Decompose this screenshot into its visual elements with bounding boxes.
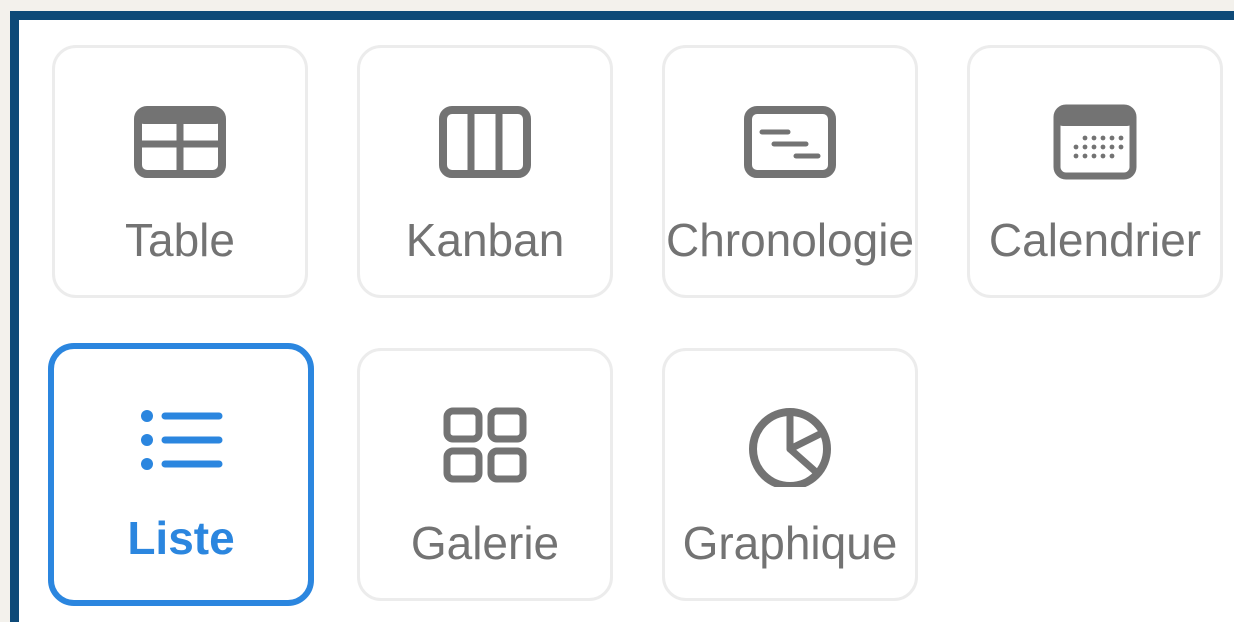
view-option-label: Chronologie [665, 214, 915, 266]
view-option-label: Kanban [405, 214, 565, 266]
view-option-table[interactable]: Table [52, 45, 308, 298]
view-option-list[interactable]: Liste [48, 343, 314, 606]
kanban-icon [439, 106, 531, 178]
view-option-label: Calendrier [988, 214, 1202, 266]
view-option-label: Galerie [410, 517, 560, 569]
view-option-label: Table [125, 214, 235, 266]
list-icon [141, 410, 223, 470]
view-option-chart[interactable]: Graphique [662, 348, 918, 601]
table-icon [134, 106, 226, 178]
chart-icon [749, 408, 831, 487]
timeline-icon [744, 106, 836, 178]
calendar-icon [1053, 104, 1137, 180]
view-option-label: Graphique [682, 517, 898, 569]
view-type-panel: Table Kanban Chronologie Calendrier List… [10, 11, 1234, 622]
gallery-icon [443, 407, 527, 483]
view-option-calendar[interactable]: Calendrier [967, 45, 1223, 298]
view-option-timeline[interactable]: Chronologie [662, 45, 918, 298]
view-option-label: Liste [127, 512, 235, 564]
view-option-kanban[interactable]: Kanban [357, 45, 613, 298]
view-option-gallery[interactable]: Galerie [357, 348, 613, 601]
